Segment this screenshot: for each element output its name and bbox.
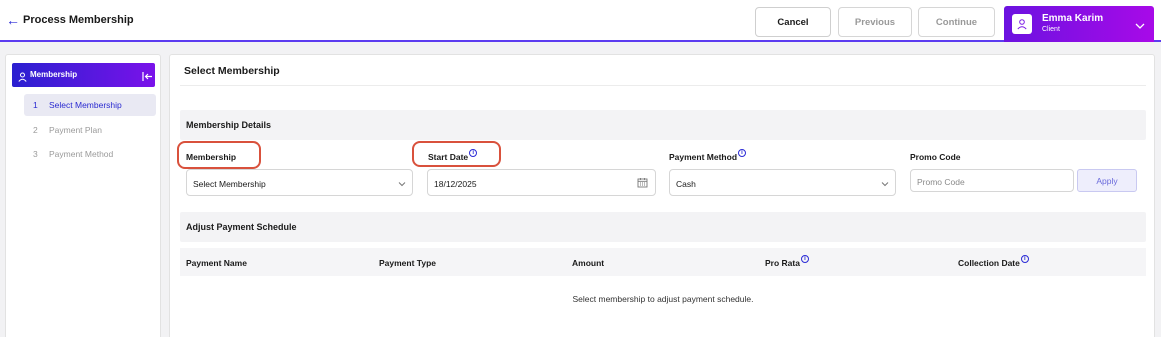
step-label: Payment Plan	[49, 125, 102, 135]
highlight-ring	[412, 141, 501, 167]
step-number: 3	[33, 149, 38, 159]
start-date-field[interactable]: 18/12/2025	[427, 169, 656, 196]
empty-state-message: Select membership to adjust payment sche…	[572, 294, 754, 304]
step-label: Select Membership	[49, 100, 122, 110]
previous-button[interactable]: Previous	[838, 7, 912, 37]
payment-method-select[interactable]: Cash	[669, 169, 896, 196]
column-header-wrap: Pro Rata i	[765, 255, 809, 268]
column-header-wrap: Collection Date i	[958, 255, 1029, 268]
sidebar-section-membership[interactable]: Membership	[12, 63, 155, 87]
user-avatar-icon	[1012, 14, 1032, 34]
step-number: 1	[33, 100, 38, 110]
column-header: Payment Type	[379, 258, 437, 268]
user-menu[interactable]: Emma Karim Client	[1004, 6, 1154, 42]
column-header: Payment Name	[186, 258, 247, 268]
column-header: Collection Date	[958, 258, 1020, 268]
info-icon[interactable]: i	[1020, 255, 1029, 263]
column-header: Pro Rata	[765, 258, 800, 268]
membership-details-heading: Membership Details	[186, 120, 272, 130]
sidebar-step-payment-plan[interactable]: 2 Payment Plan	[24, 119, 156, 141]
payment-method-label-wrap: Payment Method i	[669, 149, 747, 162]
main-panel: Select Membership Membership Details Mem…	[169, 54, 1155, 337]
sidebar-section-label: Membership	[30, 70, 78, 79]
payment-schedule-header: Adjust Payment Schedule	[180, 212, 1146, 242]
payment-method-label: Payment Method	[669, 152, 738, 162]
page-title: Process Membership	[23, 14, 134, 26]
person-icon	[18, 69, 27, 87]
section-title: Select Membership	[184, 65, 280, 77]
membership-details-header: Membership Details	[180, 110, 1146, 140]
user-role: Client	[1042, 26, 1060, 33]
user-name: Emma Karim	[1042, 13, 1104, 24]
continue-button[interactable]: Continue	[918, 7, 995, 37]
cancel-button[interactable]: Cancel	[755, 7, 831, 37]
promo-code-label: Promo Code	[910, 152, 961, 162]
start-date-value: 18/12/2025	[434, 179, 477, 189]
calendar-icon[interactable]	[637, 177, 648, 190]
chevron-down-icon	[1135, 17, 1145, 35]
promo-code-input[interactable]: Promo Code	[910, 169, 1074, 192]
chevron-down-icon	[881, 179, 889, 189]
payment-method-value: Cash	[676, 179, 696, 189]
chevron-down-icon	[398, 179, 406, 189]
back-arrow-icon[interactable]: ←	[6, 13, 20, 27]
payment-schedule-heading: Adjust Payment Schedule	[186, 222, 297, 232]
apply-button[interactable]: Apply	[1077, 169, 1137, 192]
membership-select-value: Select Membership	[193, 179, 266, 189]
divider	[180, 85, 1146, 86]
step-label: Payment Method	[49, 149, 114, 159]
sidebar-step-select-membership[interactable]: 1 Select Membership	[24, 94, 156, 116]
highlight-ring	[177, 141, 261, 169]
schedule-table-header: Payment Name Payment Type Amount Pro Rat…	[180, 248, 1146, 276]
column-header: Amount	[572, 258, 605, 268]
membership-select[interactable]: Select Membership	[186, 169, 413, 196]
info-icon[interactable]: i	[738, 149, 747, 157]
top-bar: ← Process Membership Cancel Previous Con…	[0, 0, 1161, 42]
collapse-sidebar-icon[interactable]	[142, 69, 153, 87]
promo-code-placeholder: Promo Code	[917, 177, 965, 187]
sidebar-step-payment-method[interactable]: 3 Payment Method	[24, 143, 156, 165]
steps-sidebar: Membership 1 Select Membership 2 Payment…	[5, 54, 161, 337]
step-number: 2	[33, 125, 38, 135]
info-icon[interactable]: i	[800, 255, 809, 263]
